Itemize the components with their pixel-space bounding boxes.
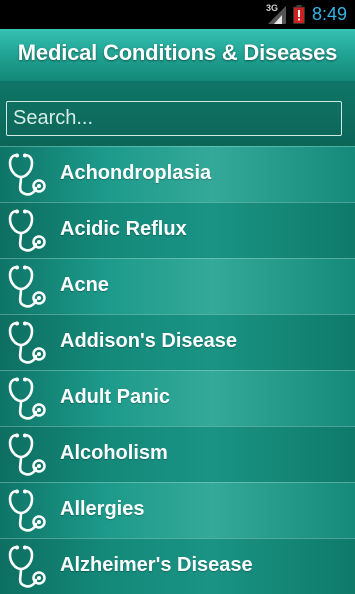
- status-bar: 3G 8:49: [0, 0, 355, 29]
- stethoscope-icon: [8, 545, 46, 588]
- stethoscope-icon: [8, 489, 46, 532]
- list-item[interactable]: Acidic Reflux: [0, 202, 355, 258]
- list-item-label: Alcoholism: [60, 442, 168, 464]
- list-item[interactable]: Alcoholism: [0, 426, 355, 482]
- list-item[interactable]: Alzheimer's Disease: [0, 538, 355, 594]
- battery-icon: [293, 5, 305, 24]
- list-item-label: Acidic Reflux: [60, 218, 187, 240]
- list-item-label: Acne: [60, 274, 109, 296]
- list-item-label: Adult Panic: [60, 386, 171, 408]
- list-item-label: Allergies: [60, 498, 145, 520]
- stethoscope-icon: [8, 209, 46, 252]
- search-area: [0, 81, 355, 146]
- condition-list: Achondroplasia Acidic Reflux Acne Addiso…: [0, 146, 355, 594]
- stethoscope-icon: [8, 153, 46, 196]
- stethoscope-icon: [8, 433, 46, 476]
- clock: 8:49: [311, 4, 347, 24]
- list-item[interactable]: Acne: [0, 258, 355, 314]
- list-item-label: Achondroplasia: [60, 162, 212, 184]
- stethoscope-icon: [8, 265, 46, 308]
- search-input[interactable]: [6, 101, 342, 136]
- list-item-label: Addison's Disease: [60, 330, 238, 352]
- list-item[interactable]: Adult Panic: [0, 370, 355, 426]
- title-bar: Medical Conditions & Diseases: [0, 29, 355, 81]
- list-item[interactable]: Addison's Disease: [0, 314, 355, 370]
- stethoscope-icon: [8, 321, 46, 364]
- stethoscope-icon: [8, 377, 46, 420]
- page-title: Medical Conditions & Diseases: [17, 40, 338, 65]
- list-item-label: Alzheimer's Disease: [60, 554, 253, 576]
- list-item[interactable]: Allergies: [0, 482, 355, 538]
- signal-icon: [268, 6, 286, 24]
- list-item[interactable]: Achondroplasia: [0, 146, 355, 202]
